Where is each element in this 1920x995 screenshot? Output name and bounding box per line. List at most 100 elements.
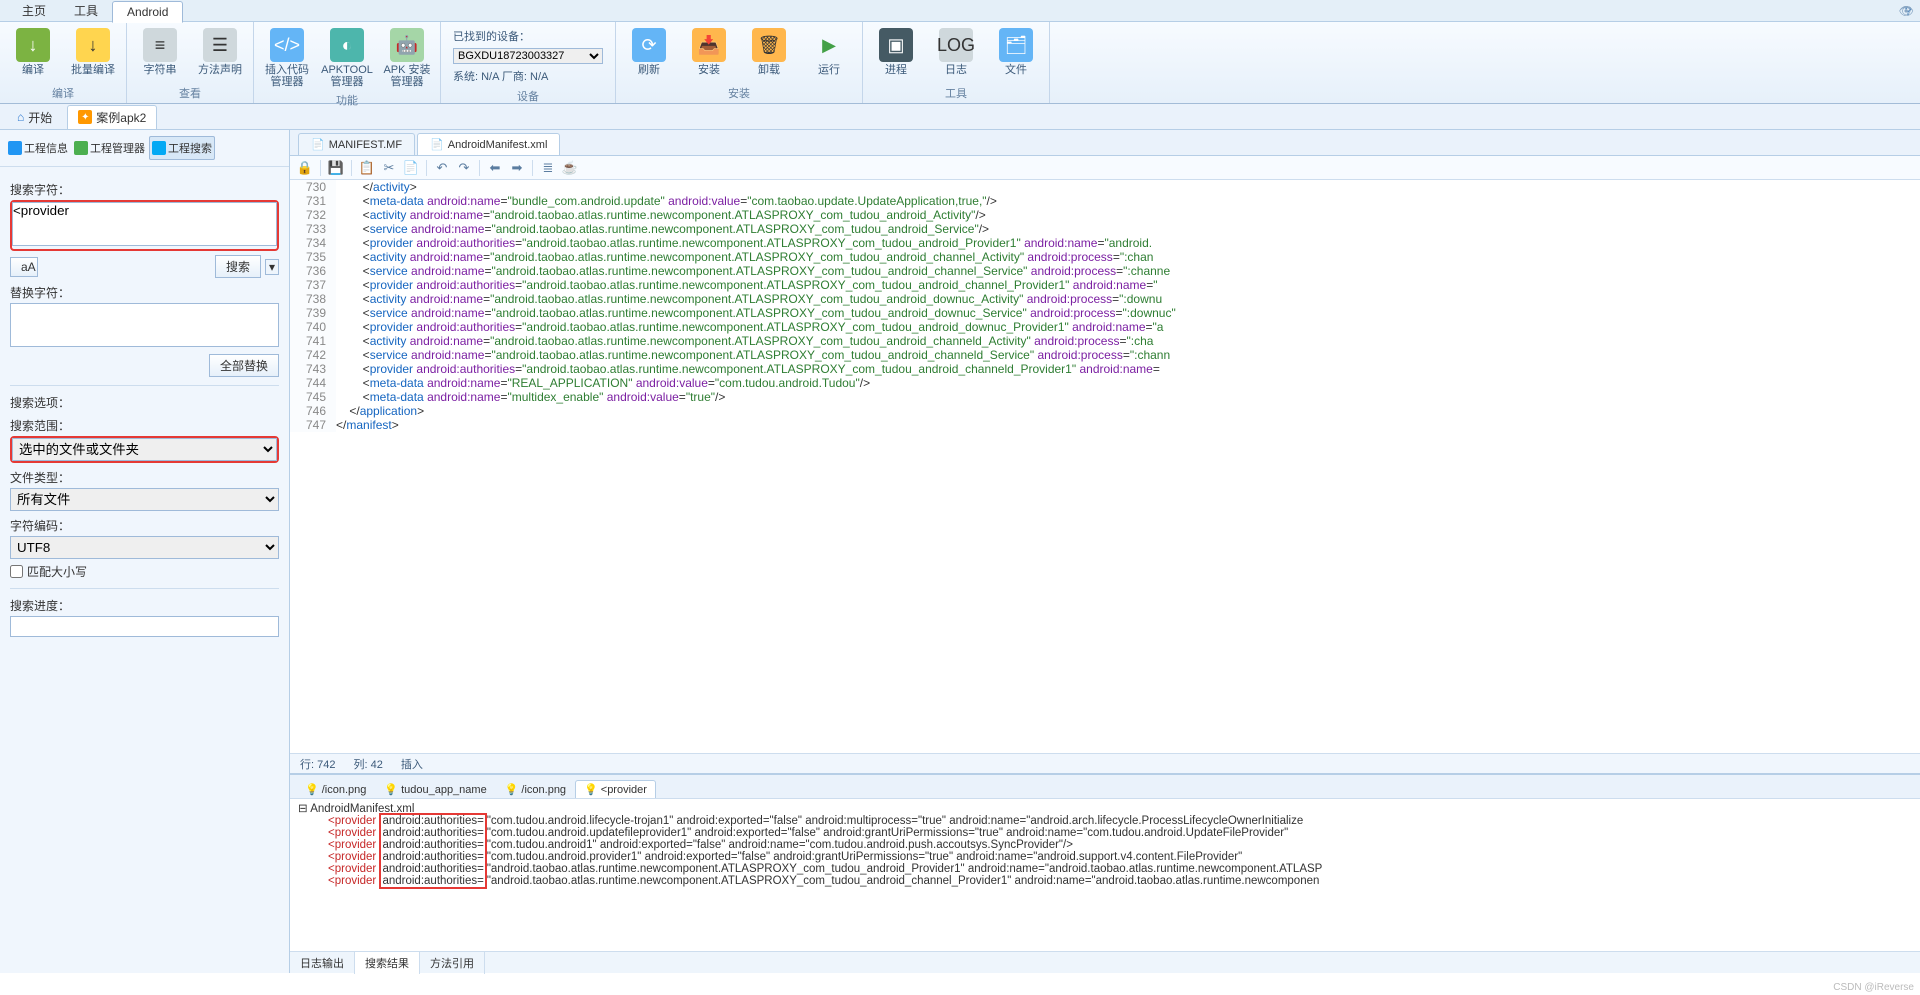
paste-icon[interactable]: 📄: [402, 159, 420, 177]
copy-icon[interactable]: 📋: [358, 159, 376, 177]
code-line[interactable]: 732 <activity android:name="android.taob…: [290, 208, 1920, 222]
code-line[interactable]: 730 </activity>: [290, 180, 1920, 194]
device-sys: 系统: N/A 厂商: N/A: [453, 68, 603, 84]
apktool-button[interactable]: ◐APKTOOL管理器: [320, 26, 374, 90]
result-tab-2[interactable]: 💡tudou_app_name: [375, 780, 495, 798]
process-button[interactable]: ▣进程: [869, 26, 923, 78]
result-tab-1[interactable]: 💡/icon.png: [296, 780, 375, 798]
result-line[interactable]: <provider android:authorities="com.tudou…: [298, 815, 1912, 827]
code-line[interactable]: 742 <service android:name="android.taoba…: [290, 348, 1920, 362]
filetab-manifest-mf[interactable]: 📄MANIFEST.MF: [298, 133, 415, 155]
strings-button[interactable]: ≡字符串: [133, 26, 187, 78]
code-line[interactable]: 738 <activity android:name="android.taob…: [290, 292, 1920, 306]
result-tab-4[interactable]: 💡<provider: [575, 780, 656, 798]
bulb-icon: 💡: [384, 783, 398, 796]
editor-toolbar: 🔒 💾 📋 ✂ 📄 ↶ ↷ ⬅ ➡ ≣ ☕: [290, 156, 1920, 180]
uninstall-button[interactable]: 🗑卸载: [742, 26, 796, 78]
code-line[interactable]: 745 <meta-data android:name="multidex_en…: [290, 390, 1920, 404]
tab-project-manager[interactable]: 工程管理器: [72, 136, 147, 160]
result-file[interactable]: ⊟ AndroidManifest.xml: [298, 801, 1912, 815]
code-line[interactable]: 733 <service android:name="android.taoba…: [290, 222, 1920, 236]
device-label: 已找到的设备：: [453, 28, 603, 44]
menu-android[interactable]: Android: [112, 1, 183, 23]
bulb-icon: 💡: [584, 783, 598, 796]
log-button[interactable]: LOG日志: [929, 26, 983, 78]
menu-home[interactable]: 主页: [8, 0, 60, 22]
refresh-button[interactable]: ⟳刷新: [622, 26, 676, 78]
code-line[interactable]: 740 <provider android:authorities="andro…: [290, 320, 1920, 334]
menubar: 主页 工具 Android ?: [0, 0, 1920, 22]
apk-install-mgr-button[interactable]: 🤖APK 安装管理器: [380, 26, 434, 90]
redo-icon[interactable]: ↷: [455, 159, 473, 177]
replace-input[interactable]: [10, 303, 279, 347]
search-results-panel: 💡/icon.png 💡tudou_app_name 💡/icon.png 💡<…: [290, 773, 1920, 973]
code-line[interactable]: 737 <provider android:authorities="andro…: [290, 278, 1920, 292]
search-icon: [152, 141, 166, 155]
code-line[interactable]: 735 <activity android:name="android.taob…: [290, 250, 1920, 264]
font-case-button[interactable]: aA: [10, 257, 38, 277]
tab-project-search[interactable]: 工程搜索: [149, 136, 215, 160]
result-line[interactable]: <provider android:authorities="com.tudou…: [298, 827, 1912, 839]
lock-icon[interactable]: 🔒: [296, 159, 314, 177]
progress-label: 搜索进度：: [10, 597, 279, 614]
code-line[interactable]: 741 <activity android:name="android.taob…: [290, 334, 1920, 348]
scope-select[interactable]: 选中的文件或文件夹: [12, 438, 277, 461]
install-button[interactable]: 📥安装: [682, 26, 736, 78]
menu-tools[interactable]: 工具: [60, 0, 112, 22]
group-tools: 工具: [945, 83, 967, 103]
back-icon[interactable]: ⬅: [486, 159, 504, 177]
project-icon: ✦: [78, 110, 92, 124]
code-editor[interactable]: 730 </activity>731 <meta-data android:na…: [290, 180, 1920, 753]
replace-all-button[interactable]: 全部替换: [209, 354, 279, 377]
forward-icon[interactable]: ➡: [508, 159, 526, 177]
nav-project[interactable]: ✦案例apk2: [67, 105, 157, 129]
result-line[interactable]: <provider android:authorities="com.tudou…: [298, 839, 1912, 851]
search-button[interactable]: 搜索: [215, 255, 261, 278]
filetype-select[interactable]: 所有文件: [10, 488, 279, 511]
search-dropdown[interactable]: ▾: [265, 259, 279, 275]
bottab-refs[interactable]: 方法引用: [420, 952, 485, 974]
batch-compile-button[interactable]: ↓批量编译: [66, 26, 120, 78]
method-button[interactable]: ☰方法声明: [193, 26, 247, 78]
run-button[interactable]: ▶运行: [802, 26, 856, 78]
nav-start[interactable]: ⌂开始: [6, 105, 63, 129]
eye-icon[interactable]: 👁: [1899, 4, 1914, 18]
undo-icon[interactable]: ↶: [433, 159, 451, 177]
result-line[interactable]: <provider android:authorities="com.tudou…: [298, 851, 1912, 863]
code-line[interactable]: 731 <meta-data android:name="bundle_com.…: [290, 194, 1920, 208]
cut-icon[interactable]: ✂: [380, 159, 398, 177]
code-line[interactable]: 747</manifest>: [290, 418, 1920, 432]
search-input[interactable]: <provider: [12, 202, 277, 246]
group-install: 安装: [728, 83, 750, 103]
device-select[interactable]: BGXDU18723003327: [453, 48, 603, 64]
code-line[interactable]: 746 </application>: [290, 404, 1920, 418]
group-device: 设备: [517, 86, 539, 106]
bottab-log[interactable]: 日志输出: [290, 952, 355, 974]
format-icon[interactable]: ≣: [539, 159, 557, 177]
code-mgr-button[interactable]: </>插入代码管理器: [260, 26, 314, 90]
search-label: 搜索字符：: [10, 181, 279, 198]
bottom-tabs: 日志输出 搜索结果 方法引用: [290, 951, 1920, 973]
result-tab-3[interactable]: 💡/icon.png: [496, 780, 575, 798]
code-line[interactable]: 739 <service android:name="android.taoba…: [290, 306, 1920, 320]
bulb-icon: 💡: [505, 783, 519, 796]
code-line[interactable]: 744 <meta-data android:name="REAL_APPLIC…: [290, 376, 1920, 390]
group-func: 功能: [336, 90, 358, 110]
matchcase-checkbox[interactable]: [10, 565, 23, 578]
code-line[interactable]: 734 <provider android:authorities="andro…: [290, 236, 1920, 250]
info-icon: [8, 141, 22, 155]
bottab-results[interactable]: 搜索结果: [355, 952, 420, 974]
status-row: 行: 742: [300, 756, 335, 772]
java-icon[interactable]: ☕: [561, 159, 579, 177]
file-button[interactable]: 🗂文件: [989, 26, 1043, 78]
sidebar: 工程信息 工程管理器 工程搜索 搜索字符： <provider aA 搜索 ▾ …: [0, 130, 290, 973]
filetab-androidmanifest[interactable]: 📄AndroidManifest.xml: [417, 133, 560, 155]
save-icon[interactable]: 💾: [327, 159, 345, 177]
result-line[interactable]: <provider android:authorities="android.t…: [298, 863, 1912, 875]
code-line[interactable]: 736 <service android:name="android.taoba…: [290, 264, 1920, 278]
result-line[interactable]: <provider android:authorities="android.t…: [298, 875, 1912, 887]
tab-project-info[interactable]: 工程信息: [6, 136, 70, 160]
encoding-select[interactable]: UTF8: [10, 536, 279, 559]
compile-button[interactable]: ↓编译: [6, 26, 60, 78]
code-line[interactable]: 743 <provider android:authorities="andro…: [290, 362, 1920, 376]
